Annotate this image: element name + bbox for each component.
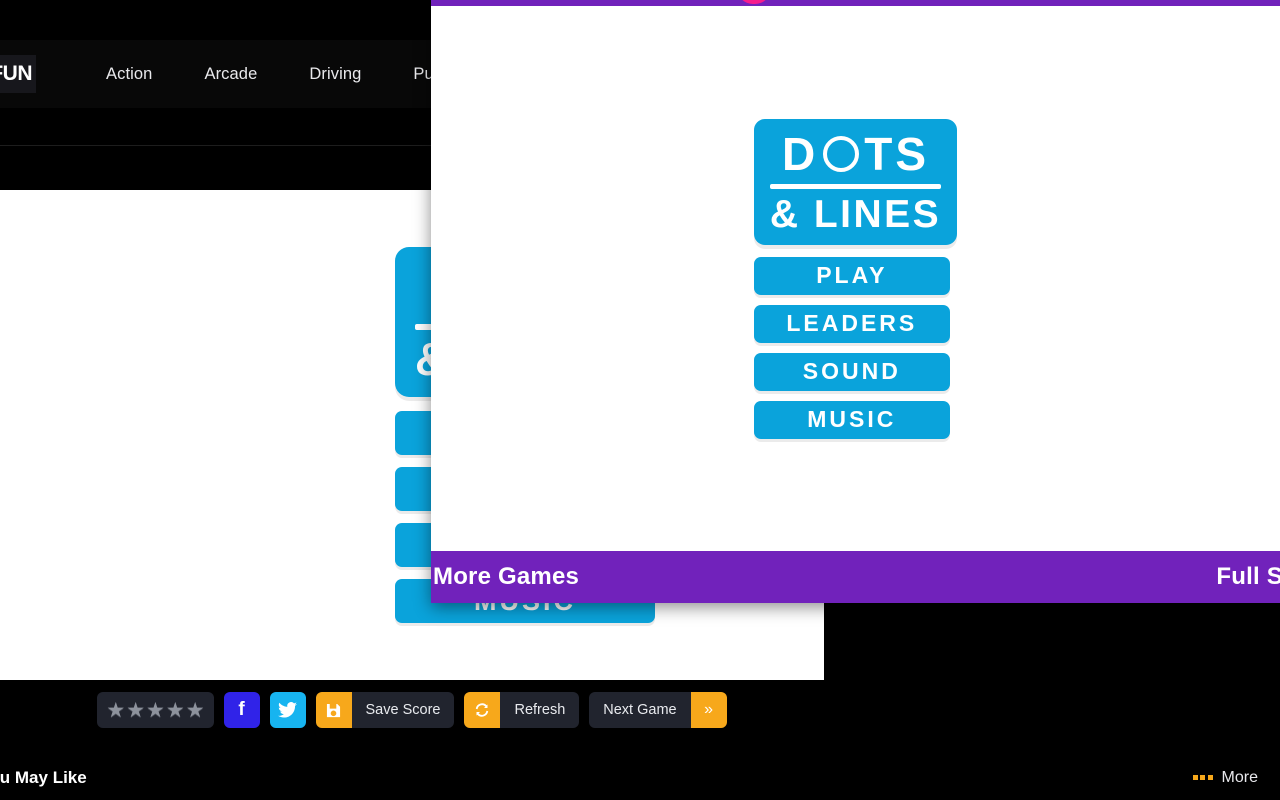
star-icon-1[interactable]: ★ [106, 700, 125, 721]
logo-letter-d: D [781, 127, 819, 180]
next-game-label: Next Game [589, 692, 691, 728]
refresh-icon [464, 692, 501, 728]
site-logo-text: FUN [0, 62, 32, 85]
logo-bottom-row: & LINES [769, 192, 942, 236]
nav-item-arcade[interactable]: Arcade [178, 65, 283, 84]
games-you-may-like-title: es You May Like [0, 767, 87, 787]
games-you-may-like-strip: es You May Like More [0, 755, 1280, 800]
floppy-disk-icon [326, 703, 341, 717]
three-dots-icon [1192, 775, 1213, 780]
music-button[interactable]: MUSIC [753, 400, 950, 439]
star-icon-3[interactable]: ★ [146, 700, 165, 721]
more-games-button[interactable]: More Games [431, 563, 579, 591]
site-logo[interactable]: FUN [0, 55, 36, 93]
star-icon-4[interactable]: ★ [166, 700, 185, 721]
overlay-bottom-bar: More Games Full Screen [431, 551, 1280, 603]
star-icon-5[interactable]: ★ [186, 700, 205, 721]
next-game-button[interactable]: » Next Game [589, 692, 727, 728]
nav-links: Action Arcade Driving Pu [80, 40, 460, 108]
nav-item-action[interactable]: Action [80, 65, 178, 84]
twitter-share-button[interactable] [269, 692, 306, 728]
save-icon [315, 692, 352, 728]
star-icon-2[interactable]: ★ [126, 700, 145, 721]
full-screen-button[interactable]: Full Screen [1216, 563, 1280, 591]
dot-circle-icon [823, 135, 860, 172]
save-score-label: Save Score [351, 692, 455, 728]
game-overlay-window: D TS & LINES PLAY LEADERS SOUND MUSIC Mo… [431, 0, 1280, 603]
overlay-game-stage: D TS & LINES PLAY LEADERS SOUND MUSIC [431, 6, 1280, 551]
logo-letters-ts: TS [864, 127, 929, 180]
twitter-icon [278, 702, 298, 718]
facebook-share-button[interactable]: f [223, 692, 260, 728]
logo-divider-line [769, 183, 942, 189]
overlay-game-menu: D TS & LINES PLAY LEADERS SOUND MUSIC [753, 118, 958, 439]
leaders-button[interactable]: LEADERS [753, 304, 950, 343]
overlay-marker-icon [737, 0, 771, 4]
refresh-label: Refresh [500, 692, 580, 728]
logo-top-row: D TS [770, 131, 941, 177]
more-button[interactable]: More [1192, 768, 1258, 787]
play-button[interactable]: PLAY [753, 256, 950, 295]
more-label: More [1221, 768, 1258, 786]
game-logo: D TS & LINES [753, 118, 958, 245]
overlay-menu-list: PLAY LEADERS SOUND MUSIC [753, 256, 957, 439]
game-toolbar: ★ ★ ★ ★ ★ f Save Score Refresh » Next Ga… [0, 680, 824, 740]
nav-item-driving[interactable]: Driving [283, 65, 387, 84]
facebook-icon: f [238, 699, 245, 720]
rating-stars[interactable]: ★ ★ ★ ★ ★ [97, 692, 214, 728]
save-score-button[interactable]: Save Score [315, 692, 455, 728]
sound-button[interactable]: SOUND [753, 352, 950, 391]
double-chevron-right-icon: » [690, 692, 727, 728]
refresh-button[interactable]: Refresh [464, 692, 580, 728]
refresh-arrows-icon [476, 703, 489, 717]
